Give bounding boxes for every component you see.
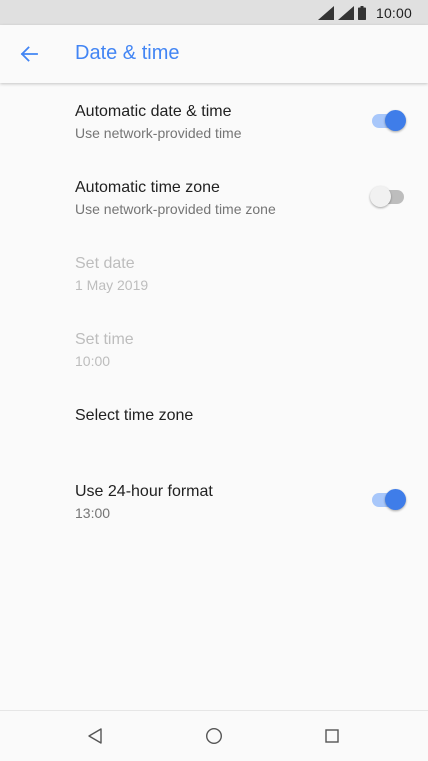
set-date-summary: 1 May 2019 — [75, 277, 149, 293]
nav-recents-button[interactable] — [317, 721, 347, 751]
app-bar: Date & time — [0, 25, 428, 83]
status-icons: 10:00 — [317, 0, 412, 25]
use-24-hour-format-row[interactable]: Use 24-hour format 13:00 — [0, 463, 428, 539]
nav-home-button[interactable] — [199, 721, 229, 751]
cell-signal-icon — [337, 5, 354, 20]
automatic-date-time-toggle[interactable] — [370, 109, 406, 133]
use-24-hour-format-title: Use 24-hour format — [75, 483, 213, 500]
set-time-row[interactable]: Set time 10:00 — [0, 311, 428, 387]
automatic-time-zone-row[interactable]: Automatic time zone Use network-provided… — [0, 159, 428, 235]
set-time-title: Set time — [75, 331, 134, 348]
recents-square-icon — [325, 729, 339, 743]
select-time-zone-title: Select time zone — [75, 407, 194, 424]
automatic-time-zone-title: Automatic time zone — [75, 179, 220, 196]
back-button[interactable] — [14, 39, 44, 69]
battery-icon — [357, 5, 366, 20]
select-time-zone-row[interactable]: Select time zone — [0, 387, 428, 463]
toggle-thumb — [385, 489, 406, 510]
automatic-time-zone-toggle[interactable] — [370, 185, 406, 209]
set-time-summary: 10:00 — [75, 353, 111, 369]
set-date-row[interactable]: Set date 1 May 2019 — [0, 235, 428, 311]
toggle-thumb — [385, 110, 406, 131]
nav-back-button[interactable] — [80, 721, 110, 751]
automatic-date-time-title: Automatic date & time — [75, 103, 232, 120]
status-bar: 10:00 — [0, 0, 428, 25]
page-title: Date & time — [75, 42, 180, 64]
navigation-bar — [0, 710, 428, 761]
use-24-hour-format-summary: 13:00 — [75, 505, 111, 521]
status-time: 10:00 — [375, 4, 412, 21]
automatic-date-time-row[interactable]: Automatic date & time Use network-provid… — [0, 83, 428, 159]
set-date-title: Set date — [75, 255, 135, 272]
arrow-left-icon — [20, 46, 38, 62]
automatic-date-time-summary: Use network-provided time — [75, 125, 242, 141]
use-24-hour-format-toggle[interactable] — [370, 488, 406, 512]
back-triangle-icon — [88, 728, 102, 744]
wifi-signal-icon — [317, 5, 334, 20]
toggle-thumb — [370, 186, 391, 207]
automatic-time-zone-summary: Use network-provided time zone — [75, 201, 276, 217]
home-circle-icon — [205, 727, 223, 745]
